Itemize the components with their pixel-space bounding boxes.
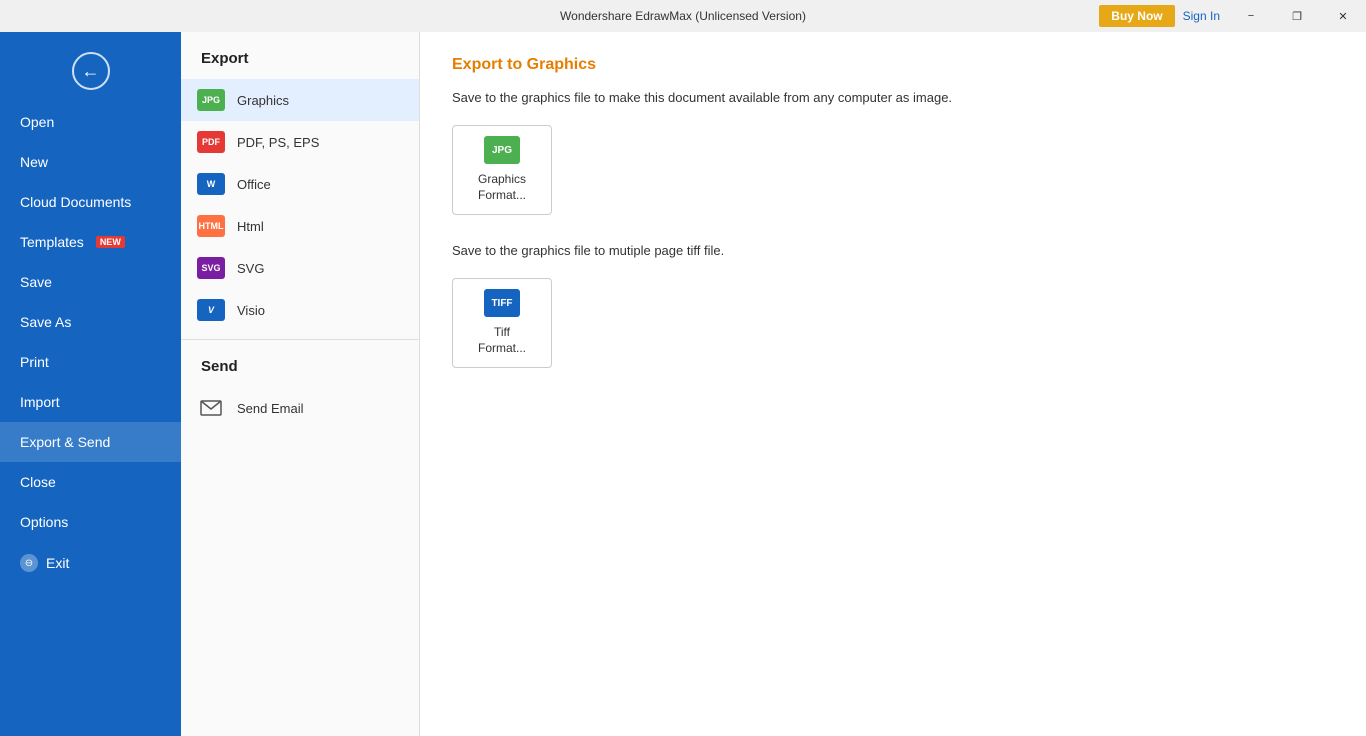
format-cards-2: TIFF TiffFormat...: [452, 278, 1334, 368]
section-desc-1: Save to the graphics file to make this d…: [452, 90, 1334, 105]
app-body: ← Open New Cloud Documents Templates NEW…: [0, 32, 1366, 736]
sidebar-item-open[interactable]: Open: [0, 102, 181, 142]
back-button[interactable]: ←: [72, 52, 110, 90]
sidebar-item-label: Open: [20, 114, 54, 130]
sidebar-item-close[interactable]: Close: [0, 462, 181, 502]
section-desc-2: Save to the graphics file to mutiple pag…: [452, 243, 1334, 258]
sidebar-item-options[interactable]: Options: [0, 502, 181, 542]
new-badge: NEW: [96, 236, 125, 248]
sidebar-item-cloud-documents[interactable]: Cloud Documents: [0, 182, 181, 222]
export-menu-item-graphics[interactable]: JPG Graphics: [181, 79, 419, 121]
sidebar-item-label: Save: [20, 274, 52, 290]
sidebar-item-templates[interactable]: Templates NEW: [0, 222, 181, 262]
card-tiff-label: TiffFormat...: [478, 325, 526, 356]
sidebar-item-label: Print: [20, 354, 49, 370]
export-menu-item-label: Office: [237, 177, 271, 192]
export-menu-item-visio[interactable]: V Visio: [181, 289, 419, 331]
export-menu-item-svg[interactable]: SVG SVG: [181, 247, 419, 289]
graphics-icon: JPG: [197, 89, 225, 111]
card-jpg-icon: JPG: [484, 136, 520, 164]
sidebar: ← Open New Cloud Documents Templates NEW…: [0, 32, 181, 736]
format-cards-1: JPG GraphicsFormat...: [452, 125, 1334, 215]
content-area: Export JPG Graphics PDF PDF, PS, EPS W O…: [181, 32, 1366, 736]
send-email-icon: [197, 397, 225, 419]
sidebar-item-new[interactable]: New: [0, 142, 181, 182]
sidebar-item-label: Export & Send: [20, 434, 110, 450]
card-graphics-label: GraphicsFormat...: [478, 172, 526, 203]
html-icon: HTML: [197, 215, 225, 237]
export-menu-item-label: SVG: [237, 261, 264, 276]
sign-in-button[interactable]: Sign In: [1183, 9, 1220, 23]
titlebar-title: Wondershare EdrawMax (Unlicensed Version…: [560, 9, 806, 23]
export-menu-item-label: Graphics: [237, 93, 289, 108]
export-menu-item-html[interactable]: HTML Html: [181, 205, 419, 247]
minimize-button[interactable]: −: [1228, 0, 1274, 32]
buy-now-button[interactable]: Buy Now: [1099, 5, 1174, 27]
send-section-title: Send: [181, 339, 419, 387]
export-menu-item-label: Visio: [237, 303, 265, 318]
exit-icon: ⊖: [20, 554, 38, 572]
sidebar-item-label: New: [20, 154, 48, 170]
export-menu-item-label: PDF, PS, EPS: [237, 135, 319, 150]
sidebar-item-label: Templates: [20, 234, 84, 250]
send-email-label: Send Email: [237, 401, 303, 416]
sidebar-item-label: Cloud Documents: [20, 194, 131, 210]
graphics-format-card[interactable]: JPG GraphicsFormat...: [452, 125, 552, 215]
sidebar-item-label: Close: [20, 474, 56, 490]
visio-icon: V: [197, 299, 225, 321]
sidebar-item-print[interactable]: Print: [0, 342, 181, 382]
svg-icon: SVG: [197, 257, 225, 279]
sidebar-item-import[interactable]: Import: [0, 382, 181, 422]
sidebar-item-label: Import: [20, 394, 60, 410]
close-window-button[interactable]: ✕: [1320, 0, 1366, 32]
sidebar-item-label: Options: [20, 514, 68, 530]
right-panel: Export to Graphics Save to the graphics …: [420, 32, 1366, 736]
sidebar-item-save[interactable]: Save: [0, 262, 181, 302]
card-tiff-icon: TIFF: [484, 289, 520, 317]
sidebar-item-label: Save As: [20, 314, 71, 330]
export-menu-item-pdf[interactable]: PDF PDF, PS, EPS: [181, 121, 419, 163]
sidebar-item-exit[interactable]: ⊖ Exit: [0, 542, 181, 584]
office-icon: W: [197, 173, 225, 195]
export-menu-item-send-email[interactable]: Send Email: [181, 387, 419, 429]
export-section-title: Export: [181, 32, 419, 79]
export-to-title: Export to Graphics: [452, 56, 1334, 74]
export-panel: Export JPG Graphics PDF PDF, PS, EPS W O…: [181, 32, 420, 736]
export-menu-item-label: Html: [237, 219, 264, 234]
sidebar-item-label: Exit: [46, 555, 69, 571]
sidebar-item-export-send[interactable]: Export & Send: [0, 422, 181, 462]
restore-button[interactable]: ❐: [1274, 0, 1320, 32]
export-menu-item-office[interactable]: W Office: [181, 163, 419, 205]
sidebar-back[interactable]: ←: [0, 40, 181, 102]
titlebar-controls: Buy Now Sign In − ❐ ✕: [1099, 0, 1366, 32]
sidebar-item-save-as[interactable]: Save As: [0, 302, 181, 342]
titlebar: Wondershare EdrawMax (Unlicensed Version…: [0, 0, 1366, 32]
back-arrow-icon: ←: [82, 61, 100, 82]
pdf-icon: PDF: [197, 131, 225, 153]
tiff-format-card[interactable]: TIFF TiffFormat...: [452, 278, 552, 368]
